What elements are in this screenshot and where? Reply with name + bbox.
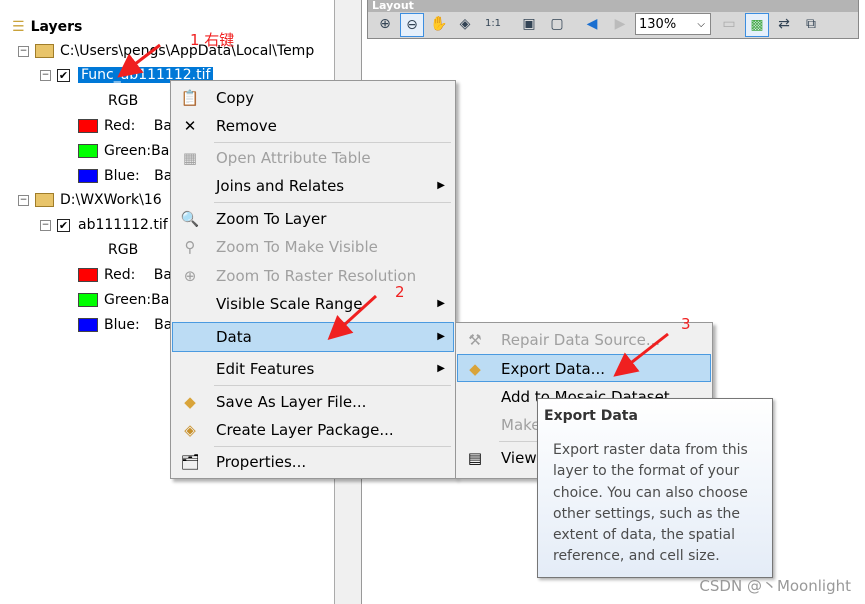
annotation-step-1: 1 右键 — [190, 31, 235, 49]
arrow-step-3 — [613, 332, 669, 377]
arrow-step-1 — [117, 43, 161, 78]
watermark: CSDN @丶Moonlight — [699, 577, 851, 595]
arrow-step-2 — [327, 294, 378, 341]
annotation-step-3: 3 — [681, 315, 691, 333]
annotation-arrows — [117, 43, 669, 377]
annotation-step-2: 2 — [395, 283, 405, 301]
